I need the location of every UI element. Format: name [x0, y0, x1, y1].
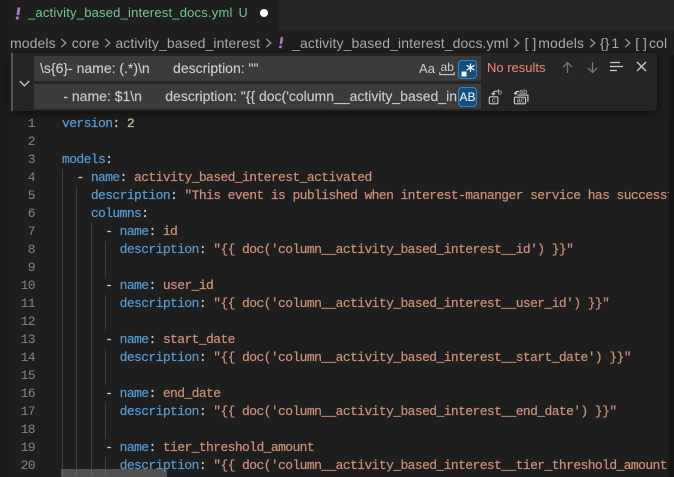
svg-text:ac: ac [517, 96, 525, 105]
svg-text:b: b [498, 89, 502, 96]
svg-text:c: c [492, 96, 496, 105]
